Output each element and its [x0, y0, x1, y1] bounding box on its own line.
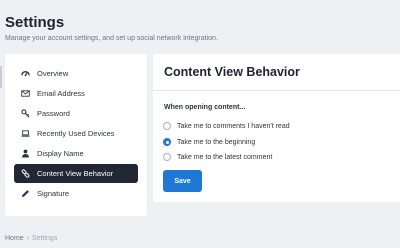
panel-title: Content View Behavior	[164, 65, 300, 79]
breadcrumb: Home › Settings	[5, 235, 57, 242]
key-icon	[21, 109, 30, 118]
sidebar-item-display-name[interactable]: Display Name	[14, 144, 138, 163]
page-subtitle: Manage your account settings, and set up…	[5, 35, 218, 42]
option-beginning[interactable]: Take me to the beginning	[163, 137, 255, 147]
option-label: Take me to the beginning	[177, 138, 256, 146]
breadcrumb-current: Settings	[32, 235, 58, 242]
option-label: Take me to comments I haven't read	[177, 122, 290, 130]
sidebar-item-email-address[interactable]: Email Address	[14, 84, 138, 103]
option-comments-not-read[interactable]: Take me to comments I haven't read	[163, 121, 290, 131]
sidebar-item-label: Signature	[37, 189, 70, 198]
panel-header: Content View Behavior	[153, 54, 400, 91]
sidebar-item-overview[interactable]: Overview	[14, 64, 138, 83]
sidebar-item-signature[interactable]: Signature	[14, 184, 138, 203]
sidebar-item-password[interactable]: Password	[14, 104, 138, 123]
pen-icon	[21, 189, 30, 198]
option-latest-comment[interactable]: Take me to the latest comment	[163, 152, 272, 162]
section-label: When opening content...	[164, 104, 246, 111]
save-button[interactable]: Save	[163, 170, 202, 192]
envelope-icon	[21, 89, 30, 98]
laptop-icon	[21, 129, 30, 138]
sidebar-item-recently-used-devices[interactable]: Recently Used Devices	[14, 124, 138, 143]
radio-button[interactable]	[163, 122, 171, 130]
radio-button[interactable]	[163, 153, 171, 161]
sidebar-item-label: Recently Used Devices	[37, 129, 115, 138]
sidebar-item-label: Overview	[37, 69, 69, 78]
breadcrumb-separator: ›	[26, 235, 30, 242]
link-icon	[21, 169, 30, 178]
sidebar-item-label: Email Address	[37, 89, 85, 98]
radio-button-checked[interactable]	[163, 138, 171, 146]
settings-sidebar: Overview Email Address Password Recently…	[5, 54, 147, 216]
sidebar-item-content-view-behavior[interactable]: Content View Behavior	[14, 164, 138, 183]
scroll-edge-indicator	[0, 66, 2, 88]
content-view-behavior-panel: Content View Behavior When opening conte…	[153, 54, 400, 202]
sidebar-item-label: Display Name	[37, 149, 84, 158]
sidebar-item-label: Content View Behavior	[37, 169, 114, 178]
sidebar-item-label: Password	[37, 109, 70, 118]
user-icon	[21, 149, 30, 158]
gauge-icon	[21, 69, 30, 78]
option-label: Take me to the latest comment	[177, 153, 273, 161]
breadcrumb-home-link[interactable]: Home	[5, 235, 24, 242]
page-title: Settings	[5, 14, 65, 31]
